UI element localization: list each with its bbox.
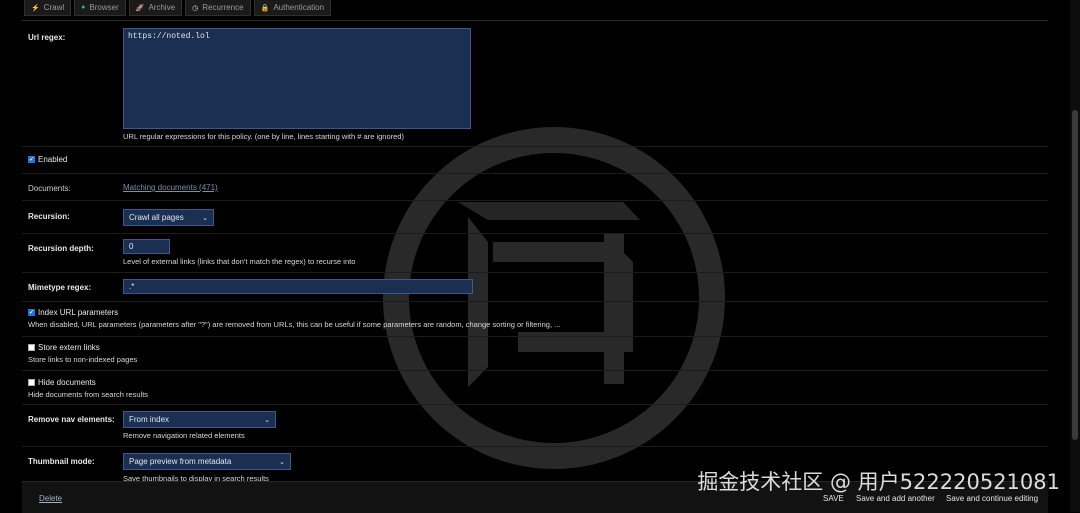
store-extern-links-checkbox[interactable] [28, 344, 35, 351]
enabled-checkbox[interactable] [28, 156, 35, 163]
recursion-depth-label: Recursion depth: [28, 244, 94, 253]
recursion-depth-input[interactable]: 0 [123, 239, 170, 254]
scrollbar[interactable] [1070, 0, 1080, 512]
thumbnail-mode-label: Thumbnail mode: [28, 457, 95, 466]
tab-label: Authentication [273, 3, 325, 12]
row-documents: Documents: Matching documents (471) [22, 174, 1048, 201]
hide-documents-checkbox[interactable] [28, 379, 35, 386]
watermark-text: 掘金技术社区 @ 用户522220521081 [697, 470, 1060, 494]
hide-documents-label: Hide documents [38, 378, 96, 387]
lightning-icon: ⚡ [31, 4, 40, 12]
tab-label: Recurrence [202, 3, 244, 12]
url-regex-label: Url regex: [28, 33, 66, 42]
tab-recurrence[interactable]: ◷ Recurrence [185, 0, 251, 16]
tab-browser[interactable]: ● Browser [74, 0, 126, 16]
chevron-down-icon: ⌄ [279, 458, 285, 466]
chevron-down-icon: ⌄ [264, 416, 270, 424]
recursion-value: Crawl all pages [129, 213, 184, 222]
tab-archive[interactable]: 🚀 Archive [128, 0, 183, 16]
globe-icon: ● [81, 4, 86, 11]
row-hide-documents: Hide documents Hide documents from searc… [22, 371, 1048, 405]
row-recursion: Recursion: Crawl all pages ⌄ [22, 201, 1048, 234]
remove-nav-select[interactable]: From index ⌄ [123, 411, 276, 428]
thumbnail-mode-value: Page preview from metadata [129, 457, 232, 466]
store-extern-links-help: Store links to non-indexed pages [28, 355, 138, 364]
tab-label: Crawl [43, 3, 65, 12]
thumbnail-mode-select[interactable]: Page preview from metadata ⌄ [123, 453, 291, 470]
hide-documents-help: Hide documents from search results [28, 390, 149, 399]
tab-crawl[interactable]: ⚡ Crawl [24, 0, 72, 16]
mimetype-regex-label: Mimetype regex: [28, 283, 92, 292]
row-store-extern-links: Store extern links Store links to non-in… [22, 337, 1048, 371]
remove-nav-help: Remove navigation related elements [123, 431, 245, 440]
remove-nav-value: From index [129, 415, 170, 424]
divider [22, 20, 1048, 21]
recursion-depth-help: Level of external links (links that don'… [123, 257, 356, 266]
url-regex-help: URL regular expressions for this policy.… [123, 132, 404, 141]
row-mimetype-regex: Mimetype regex: .* [22, 273, 1048, 302]
lock-icon: 🔒 [260, 4, 270, 12]
index-url-params-help: When disabled, URL parameters (parameter… [28, 320, 561, 329]
documents-label: Documents: [28, 184, 71, 193]
hide-documents-checkbox-label[interactable]: Hide documents [28, 378, 96, 387]
chevron-down-icon: ⌄ [202, 214, 208, 222]
recursion-label: Recursion: [28, 212, 70, 221]
enabled-checkbox-label[interactable]: Enabled [28, 155, 67, 164]
recursion-select[interactable]: Crawl all pages ⌄ [123, 209, 214, 226]
tab-label: Browser [89, 3, 119, 12]
row-index-url-params: Index URL parameters When disabled, URL … [22, 302, 1048, 337]
matching-documents-link[interactable]: Matching documents (471) [123, 183, 218, 192]
delete-link[interactable]: Delete [39, 494, 62, 503]
index-url-params-checkbox[interactable] [28, 309, 35, 316]
mimetype-regex-input[interactable]: .* [123, 279, 473, 294]
store-extern-links-label: Store extern links [38, 343, 100, 352]
clock-icon: ◷ [192, 4, 199, 12]
scrollbar-thumb[interactable] [1072, 110, 1078, 440]
tab-bar: ⚡ Crawl ● Browser 🚀 Archive ◷ Recurrence… [24, 0, 332, 16]
row-remove-nav: Remove nav elements: From index ⌄ Remove… [22, 405, 1048, 447]
url-regex-textarea[interactable]: https://noted.lol [123, 28, 471, 129]
tab-authentication[interactable]: 🔒 Authentication [253, 0, 332, 16]
enabled-label: Enabled [38, 155, 68, 164]
tab-label: Archive [148, 3, 176, 12]
rocket-icon: 🚀 [135, 4, 145, 12]
row-enabled: Enabled [22, 147, 1048, 174]
row-recursion-depth: Recursion depth: 0 Level of external lin… [22, 234, 1048, 273]
row-url-regex: Url regex: https://noted.lol URL regular… [22, 22, 1048, 147]
index-url-params-label: Index URL parameters [38, 308, 119, 317]
index-url-params-checkbox-label[interactable]: Index URL parameters [28, 308, 118, 317]
remove-nav-label: Remove nav elements: [28, 415, 115, 424]
store-extern-links-checkbox-label[interactable]: Store extern links [28, 343, 100, 352]
policy-form: Url regex: https://noted.lol URL regular… [22, 22, 1048, 487]
